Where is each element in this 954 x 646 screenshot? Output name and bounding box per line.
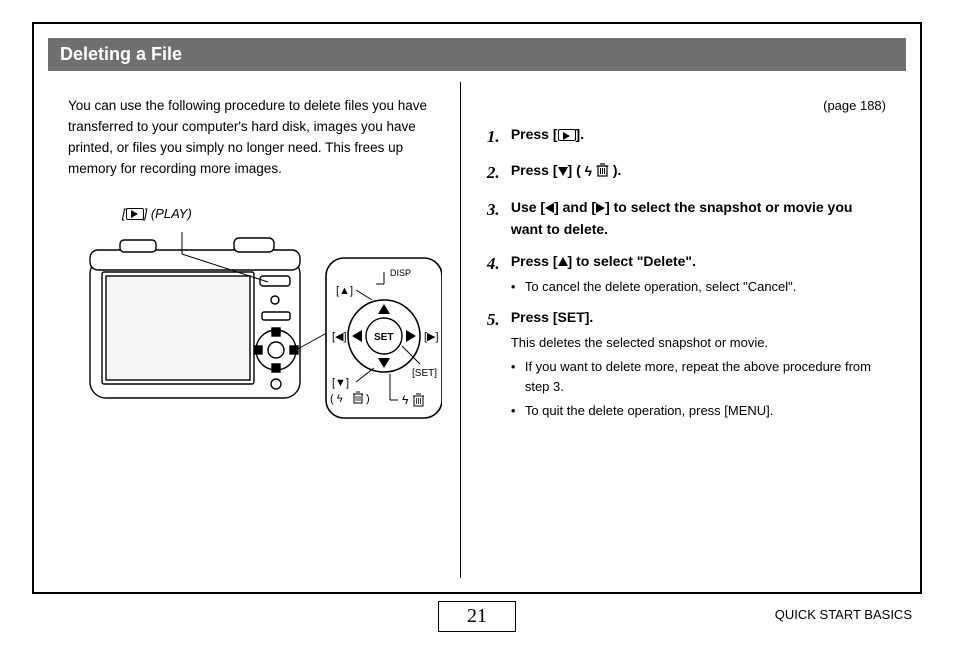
- step-4-title: Press [] to select "Delete".: [511, 253, 696, 269]
- step-4-bullet: • To cancel the delete operation, select…: [511, 277, 886, 297]
- step-3: 3. Use [] and [] to select the snapshot …: [487, 197, 886, 241]
- disp-label: DISP: [390, 268, 411, 278]
- svg-text:[▲]: [▲]: [336, 285, 353, 297]
- play-icon: [126, 208, 144, 220]
- step-5-bullet-2: • To quit the delete operation, press [M…: [511, 401, 886, 421]
- step-2: 2. Press [] ( ϟ ).: [487, 160, 886, 186]
- step-num: 4.: [487, 251, 511, 297]
- right-column: (page 188) 1. Press []. 2. Press [] ( ϟ …: [461, 82, 906, 578]
- step-2-title: Press [] ( ϟ ).: [511, 162, 622, 178]
- step-5-title: Press [SET].: [511, 309, 593, 325]
- svg-text:[◀]: [◀]: [332, 331, 347, 343]
- step-5-sub: This deletes the selected snapshot or mo…: [511, 333, 886, 353]
- intro-text: You can use the following procedure to d…: [68, 96, 440, 180]
- svg-text:[▼]: [▼]: [332, 377, 349, 389]
- right-arrow-icon: [596, 203, 605, 213]
- camera-illustration: DISP [▲] SET [◀]: [72, 228, 442, 428]
- step-1-title: Press [].: [511, 126, 584, 142]
- svg-text:SET: SET: [374, 332, 393, 343]
- section-title: Deleting a File: [60, 44, 182, 64]
- page-frame: Deleting a File You can use the followin…: [32, 22, 922, 594]
- step-5: 5. Press [SET]. This deletes the selecte…: [487, 307, 886, 421]
- footer-section: QUICK START BASICS: [775, 607, 912, 622]
- illustration-label: [] (PLAY): [122, 204, 440, 224]
- flash-icon: ϟ: [585, 161, 592, 183]
- step-num: 3.: [487, 197, 511, 241]
- step-num: 1.: [487, 124, 511, 150]
- content-columns: You can use the following procedure to d…: [48, 82, 906, 578]
- page-reference: (page 188): [487, 96, 886, 116]
- page-number: 21: [438, 601, 516, 632]
- section-header: Deleting a File: [48, 38, 906, 71]
- left-column: You can use the following procedure to d…: [48, 82, 460, 578]
- trash-icon: [596, 162, 609, 178]
- step-4: 4. Press [] to select "Delete". • To can…: [487, 251, 886, 297]
- play-icon: [558, 129, 576, 141]
- left-arrow-icon: [545, 203, 554, 213]
- svg-text:[▶]: [▶]: [424, 331, 439, 343]
- svg-text:[SET]: [SET]: [412, 368, 437, 379]
- svg-text:( ϟ: ( ϟ: [330, 393, 343, 405]
- step-3-title: Use [] and [] to select the snapshot or …: [511, 199, 853, 237]
- step-num: 2.: [487, 160, 511, 186]
- svg-text:ϟ: ϟ: [402, 393, 409, 407]
- svg-text:): ): [366, 393, 370, 405]
- up-arrow-icon: [558, 257, 568, 266]
- down-arrow-icon: [558, 167, 568, 176]
- step-5-bullet-1: • If you want to delete more, repeat the…: [511, 357, 886, 397]
- step-num: 5.: [487, 307, 511, 421]
- step-1: 1. Press [].: [487, 124, 886, 150]
